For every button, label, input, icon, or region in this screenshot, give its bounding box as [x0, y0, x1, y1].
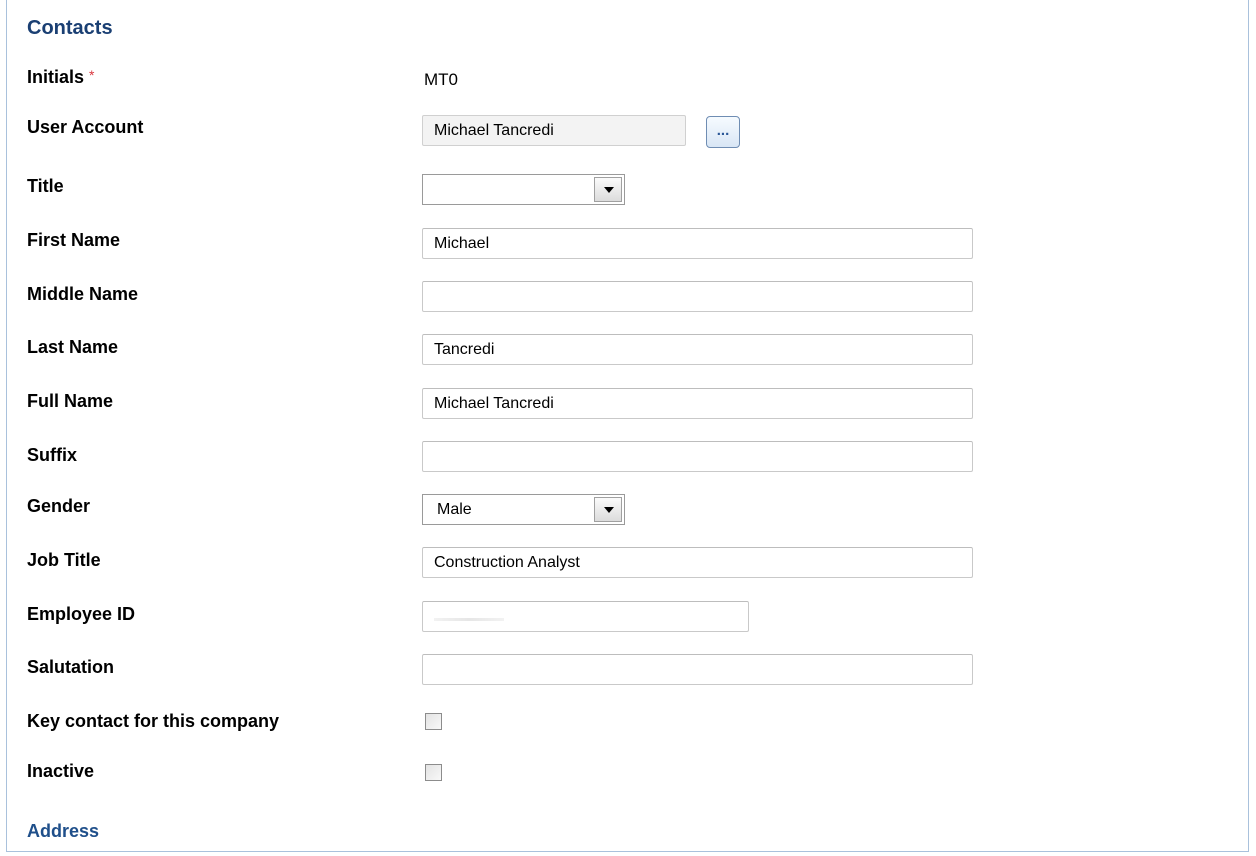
title-select[interactable]	[422, 174, 625, 205]
user-account-label: User Account	[27, 117, 144, 137]
user-account-field[interactable]: Michael Tancredi	[422, 115, 686, 146]
user-account-lookup-button[interactable]: ...	[706, 116, 740, 148]
initials-label-text: Initials	[27, 67, 85, 87]
title-label: Title	[27, 176, 64, 196]
initials-label: Initials *	[27, 67, 94, 88]
chevron-down-icon[interactable]	[594, 177, 622, 202]
section-title-address: Address	[27, 821, 100, 841]
inactive-checkbox[interactable]	[425, 764, 442, 781]
initials-value: MT0	[424, 70, 458, 89]
inactive-label: Inactive	[27, 761, 95, 781]
employee-id-value	[434, 618, 504, 621]
key-contact-checkbox[interactable]	[425, 713, 442, 730]
ellipsis-icon: ...	[716, 122, 730, 139]
suffix-field[interactable]	[422, 441, 973, 472]
last-name-label: Last Name	[27, 337, 119, 357]
last-name-field[interactable]: Tancredi	[422, 334, 973, 365]
suffix-label: Suffix	[27, 445, 78, 465]
full-name-field[interactable]: Michael Tancredi	[422, 388, 973, 419]
first-name-field[interactable]: Michael	[422, 228, 973, 259]
salutation-label: Salutation	[27, 657, 115, 677]
salutation-field[interactable]	[422, 654, 973, 685]
job-title-label: Job Title	[27, 550, 101, 570]
key-contact-label: Key contact for this company	[27, 711, 280, 731]
gender-select-value: Male	[437, 501, 472, 518]
section-title-contacts: Contacts	[27, 17, 113, 39]
job-title-field[interactable]: Construction Analyst	[422, 547, 973, 578]
employee-id-field[interactable]	[422, 601, 749, 632]
gender-label: Gender	[27, 496, 91, 516]
middle-name-field[interactable]	[422, 281, 973, 312]
chevron-down-icon[interactable]	[594, 497, 622, 522]
full-name-label: Full Name	[27, 391, 114, 411]
first-name-label: First Name	[27, 230, 121, 250]
required-asterisk: *	[89, 67, 95, 83]
middle-name-label: Middle Name	[27, 284, 139, 304]
employee-id-label: Employee ID	[27, 604, 136, 624]
gender-select[interactable]: Male	[422, 494, 625, 525]
